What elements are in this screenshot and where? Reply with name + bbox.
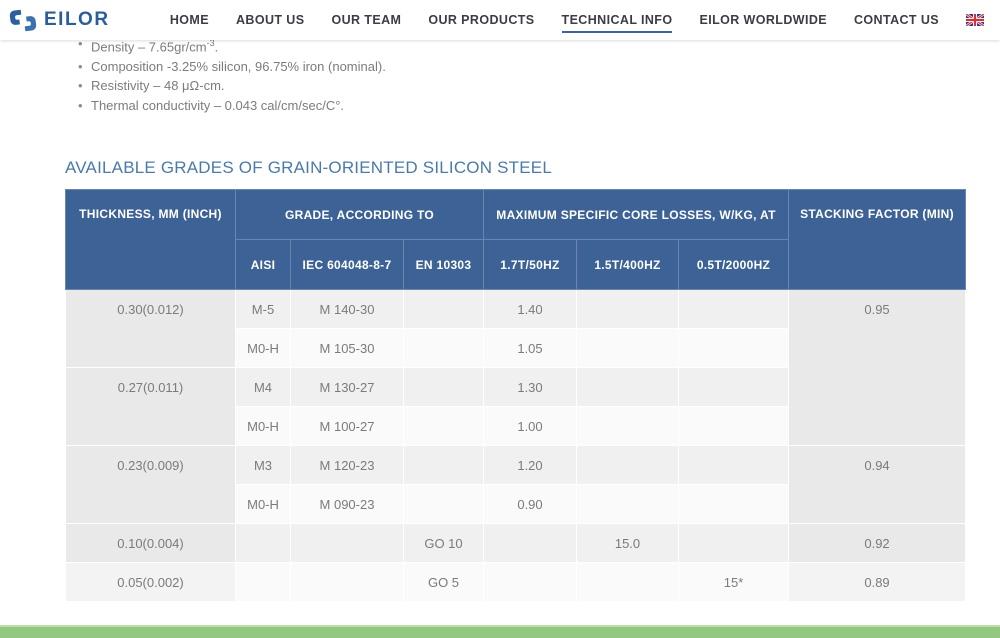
- nav-item-eilor-worldwide[interactable]: EILOR WORLDWIDE: [699, 8, 827, 33]
- column-group-header: MAXIMUM SPECIFIC CORE LOSSES, W/KG, AT: [482, 189, 790, 241]
- table-cell: [290, 562, 404, 603]
- property-text: Density – 7.65gr/cm: [91, 39, 207, 55]
- properties-list: Density – 7.65gr/cm-3.Composition -3.25%…: [78, 34, 965, 115]
- table-cell: M4: [235, 367, 291, 408]
- column-group-header: STACKING FACTOR (MIN): [788, 189, 967, 291]
- table-cell: 0.30(0.012): [65, 289, 236, 369]
- column-subheader: AISI: [235, 239, 291, 291]
- column-group-header: GRADE, ACCORDING TO: [235, 189, 484, 241]
- table-row: 0.10(0.004) GO 10 15.0 0.92: [65, 523, 967, 564]
- nav-item-home[interactable]: HOME: [170, 8, 209, 33]
- table-cell: 0.27(0.011): [65, 367, 236, 447]
- logo-text: EILOR: [44, 9, 110, 30]
- property-suffix: .: [214, 39, 219, 55]
- table-cell: 1.05: [483, 328, 577, 369]
- table-cell: 15.0: [576, 523, 679, 564]
- column-subheader: 1.5T/400HZ: [576, 239, 679, 291]
- table-cell: [576, 562, 679, 603]
- table-body: 0.30(0.012) M-5 M 140-30 1.40 0.95 M0-H M 105-…: [65, 289, 967, 603]
- page-content: Density – 7.65gr/cm-3.Composition -3.25%…: [0, 34, 1000, 603]
- grades-table: THICKNESS, MM (INCH) GRADE, ACCORDING TO M…: [65, 189, 967, 603]
- table-cell: 15*: [677, 562, 790, 603]
- eilor-logo[interactable]: EILOR: [8, 7, 110, 34]
- table-cell: M3: [235, 445, 291, 486]
- table-cell: M0-H: [235, 406, 291, 447]
- table-cell: M-5: [235, 289, 291, 330]
- table-cell: [403, 289, 484, 330]
- eilor-logo-icon: [8, 7, 38, 34]
- table-cell: 0.10(0.004): [65, 523, 236, 564]
- table-cell: [403, 406, 484, 447]
- table-cell: [576, 289, 679, 330]
- table-cell: [677, 523, 790, 564]
- table-cell: [576, 367, 679, 408]
- table-cell: 0.92: [788, 523, 967, 564]
- table-cell: [677, 484, 790, 525]
- table-cell: [576, 484, 679, 525]
- nav-item-technical-info[interactable]: TECHNICAL INFO: [561, 8, 673, 33]
- table-row: 0.23(0.009) M3 M 120-23 1.20 0.94: [65, 445, 967, 525]
- table-cell: GO 5: [403, 562, 484, 603]
- table-cell: 0.95: [788, 289, 967, 447]
- uk-flag-icon[interactable]: [966, 14, 984, 26]
- table-cell: 0.89: [788, 562, 967, 603]
- table-cell: M 130-27: [290, 367, 404, 408]
- property-item: Composition -3.25% silicon, 96.75% iron …: [78, 57, 965, 77]
- nav-item-about-us[interactable]: ABOUT US: [236, 8, 304, 33]
- table-cell: [403, 367, 484, 408]
- property-text: Resistivity – 48 μΩ-cm.: [91, 78, 225, 94]
- property-item: Thermal conductivity – 0.043 cal/cm/sec/…: [78, 96, 965, 116]
- table-cell: M 120-23: [290, 445, 404, 486]
- table-cell: 0.94: [788, 445, 967, 525]
- table-cell: M0-H: [235, 328, 291, 369]
- table-cell: [235, 562, 291, 603]
- table-cell: [290, 523, 404, 564]
- table-cell: [483, 523, 577, 564]
- table-header-groups: THICKNESS, MM (INCH) GRADE, ACCORDING TO M…: [65, 189, 967, 291]
- column-subheader: 1.7T/50HZ: [483, 239, 577, 291]
- property-text: Composition -3.25% silicon, 96.75% iron …: [91, 58, 386, 74]
- table-row: 0.05(0.002) GO 5 15* 0.89: [65, 562, 967, 603]
- column-group-header: THICKNESS, MM (INCH): [65, 189, 236, 291]
- table-cell: [235, 523, 291, 564]
- table-cell: M 100-27: [290, 406, 404, 447]
- table-cell: [677, 367, 790, 408]
- property-text: Thermal conductivity – 0.043 cal/cm/sec/…: [91, 97, 345, 113]
- section-title: AVAILABLE GRADES OF GRAIN-ORIENTED SILIC…: [65, 158, 552, 178]
- footer-accent-bar: [0, 625, 1000, 638]
- table-cell: M 105-30: [290, 328, 404, 369]
- column-subheader: EN 10303: [403, 239, 484, 291]
- main-nav: HOME ABOUT US OUR TEAM OUR PRODUCTS TECHNICA…: [170, 8, 939, 33]
- table-cell: GO 10: [403, 523, 484, 564]
- table-cell: [403, 328, 484, 369]
- table-cell: M 090-23: [290, 484, 404, 525]
- nav-item-our-team[interactable]: OUR TEAM: [331, 8, 401, 33]
- nav-item-contact-us[interactable]: CONTACT US: [854, 8, 939, 33]
- top-navigation-bar: EILOR HOME ABOUT US OUR TEAM OUR PRODUCTS TE…: [0, 0, 1000, 40]
- table-cell: 1.20: [483, 445, 577, 486]
- column-subheader: 0.5T/2000HZ: [677, 239, 790, 291]
- table-cell: 1.40: [483, 289, 577, 330]
- table-cell: [677, 445, 790, 486]
- table-cell: 0.05(0.002): [65, 562, 236, 603]
- table-cell: [403, 484, 484, 525]
- table-row: 0.30(0.012) M-5 M 140-30 1.40 0.95: [65, 289, 967, 447]
- table-cell: [576, 328, 679, 369]
- table-cell: [677, 289, 790, 330]
- table-cell: 0.90: [483, 484, 577, 525]
- nav-item-our-products[interactable]: OUR PRODUCTS: [428, 8, 534, 33]
- table-cell: [483, 562, 577, 603]
- table-cell: [677, 406, 790, 447]
- table-cell: 1.00: [483, 406, 577, 447]
- table-cell: M0-H: [235, 484, 291, 525]
- table-cell: 1.30: [483, 367, 577, 408]
- property-item: Resistivity – 48 μΩ-cm.: [78, 76, 965, 96]
- table-cell: 0.23(0.009): [65, 445, 236, 525]
- table-cell: [576, 406, 679, 447]
- table-cell: [677, 328, 790, 369]
- table-cell: [403, 445, 484, 486]
- table-cell: M 140-30: [290, 289, 404, 330]
- table-cell: [576, 445, 679, 486]
- column-subheader: IEC 604048-8-7: [290, 239, 404, 291]
